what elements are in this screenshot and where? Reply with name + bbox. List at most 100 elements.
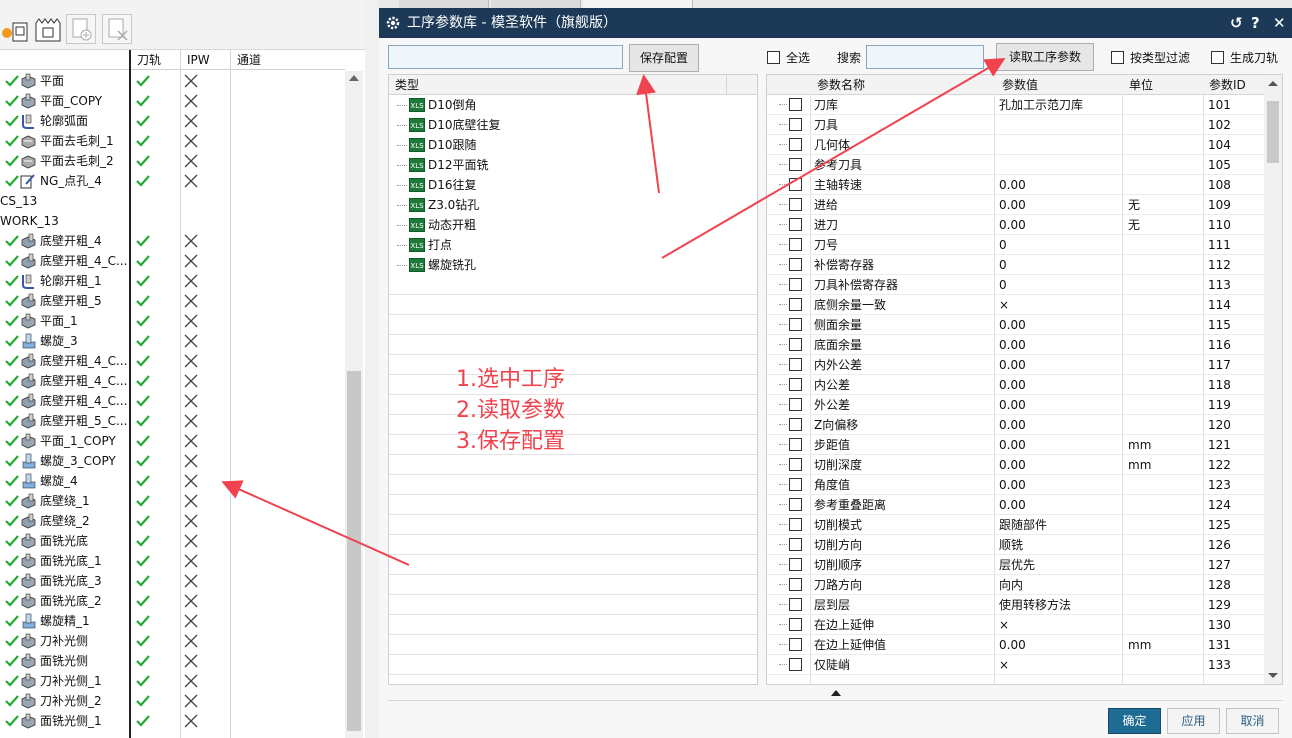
param-checkbox[interactable]: [789, 378, 802, 391]
param-value-cell[interactable]: 0.00: [999, 215, 1026, 235]
param-row[interactable]: 刀具 102: [767, 115, 1264, 135]
help-icon[interactable]: ?: [1251, 8, 1260, 38]
operation-row[interactable]: 螺旋_3_COPY: [0, 451, 345, 471]
operation-row[interactable]: 螺旋精_1: [0, 611, 345, 631]
navigator-scrollbar[interactable]: [345, 71, 363, 738]
param-value-cell[interactable]: 0.00: [999, 335, 1026, 355]
type-list-item[interactable]: XLS Z3.0钻孔: [389, 195, 757, 215]
param-row[interactable]: 层到层 使用转移方法 129: [767, 595, 1264, 615]
param-row[interactable]: 进刀 0.00 无 110: [767, 215, 1264, 235]
param-row[interactable]: 刀号 0 111: [767, 235, 1264, 255]
operation-row[interactable]: 螺旋_3: [0, 331, 345, 351]
panel-splitter[interactable]: [365, 0, 379, 738]
param-value-cell[interactable]: 顺铣: [999, 535, 1023, 555]
param-value-cell[interactable]: 0.00: [999, 175, 1026, 195]
reset-icon[interactable]: ↺: [1230, 8, 1243, 38]
param-checkbox[interactable]: [789, 158, 802, 171]
param-checkbox[interactable]: [789, 278, 802, 291]
param-row[interactable]: 主轴转速 0.00 108: [767, 175, 1264, 195]
type-list-item[interactable]: XLS D10跟随: [389, 135, 757, 155]
tab[interactable]: [583, 0, 693, 8]
scroll-thumb[interactable]: [1267, 101, 1279, 163]
param-value-cell[interactable]: 0.00: [999, 315, 1026, 335]
param-row[interactable]: Z向偏移 0.00 120: [767, 415, 1264, 435]
param-checkbox[interactable]: [789, 578, 802, 591]
operation-row[interactable]: 刀补光侧_2: [0, 691, 345, 711]
param-checkbox[interactable]: [789, 258, 802, 271]
operation-row[interactable]: 刀补光侧: [0, 631, 345, 651]
param-row[interactable]: 切削模式 跟随部件 125: [767, 515, 1264, 535]
param-checkbox[interactable]: [789, 558, 802, 571]
operation-row[interactable]: 底壁开粗_4_C...: [0, 391, 345, 411]
machine-view-icon[interactable]: [32, 14, 62, 44]
param-value-cell[interactable]: ×: [999, 655, 1009, 675]
toolpath-column-header[interactable]: 刀轨: [130, 50, 180, 70]
operation-row[interactable]: 底壁开粗_5: [0, 291, 345, 311]
param-checkbox[interactable]: [789, 318, 802, 331]
param-checkbox[interactable]: [789, 658, 802, 671]
cancel-button[interactable]: 取消: [1226, 708, 1279, 734]
operation-row[interactable]: 刀补光侧_1: [0, 671, 345, 691]
type-list-item[interactable]: XLS 螺旋铣孔: [389, 255, 757, 275]
param-name-header[interactable]: 参数名称: [817, 75, 865, 95]
param-value-cell[interactable]: 0.00: [999, 635, 1026, 655]
param-scrollbar[interactable]: [1264, 75, 1282, 684]
param-row[interactable]: 在边上延伸值 0.00 mm 131: [767, 635, 1264, 655]
delete-item-icon[interactable]: [102, 14, 132, 44]
type-list-item[interactable]: XLS 动态开粗: [389, 215, 757, 235]
param-value-cell[interactable]: 0: [999, 275, 1007, 295]
operation-row[interactable]: 螺旋_4: [0, 471, 345, 491]
scroll-up-icon[interactable]: [1268, 81, 1278, 86]
param-row[interactable]: 底侧余量一致 × 114: [767, 295, 1264, 315]
operation-row[interactable]: 平面_1_COPY: [0, 431, 345, 451]
expand-icon[interactable]: [831, 690, 841, 696]
param-value-cell[interactable]: 0.00: [999, 415, 1026, 435]
param-checkbox[interactable]: [789, 178, 802, 191]
operation-row[interactable]: 底壁开粗_4_C...: [0, 351, 345, 371]
param-row[interactable]: 刀库 孔加工示范刀库 101: [767, 95, 1264, 115]
param-row[interactable]: 几何体 104: [767, 135, 1264, 155]
filter-by-type-checkbox[interactable]: 按类型过滤: [1111, 49, 1190, 67]
param-checkbox[interactable]: [789, 638, 802, 651]
operation-row[interactable]: 底壁开粗_5_C...: [0, 411, 345, 431]
config-name-input[interactable]: [388, 45, 623, 69]
param-value-cell[interactable]: 使用转移方法: [999, 595, 1071, 615]
param-value-cell[interactable]: 0.00: [999, 395, 1026, 415]
param-checkbox[interactable]: [789, 478, 802, 491]
type-list-item[interactable]: XLS D10底壁往复: [389, 115, 757, 135]
param-row[interactable]: 补偿寄存器 0 112: [767, 255, 1264, 275]
param-checkbox[interactable]: [789, 498, 802, 511]
param-checkbox[interactable]: [789, 618, 802, 631]
param-checkbox[interactable]: [789, 118, 802, 131]
apply-button[interactable]: 应用: [1167, 708, 1220, 734]
param-checkbox[interactable]: [789, 418, 802, 431]
operation-row[interactable]: 平面去毛刺_1: [0, 131, 345, 151]
operation-row[interactable]: NG_点孔_4: [0, 171, 345, 191]
operation-row[interactable]: 平面去毛刺_2: [0, 151, 345, 171]
param-row[interactable]: 仅陡峭 × 133: [767, 655, 1264, 675]
tab[interactable]: [399, 0, 489, 8]
operation-row[interactable]: 平面: [0, 71, 345, 91]
param-row[interactable]: 参考刀具 105: [767, 155, 1264, 175]
param-row[interactable]: 步距值 0.00 mm 121: [767, 435, 1264, 455]
operation-row[interactable]: 底壁开粗_4: [0, 231, 345, 251]
param-checkbox[interactable]: [789, 438, 802, 451]
param-checkbox[interactable]: [789, 298, 802, 311]
param-checkbox[interactable]: [789, 238, 802, 251]
param-value-cell[interactable]: 0.00: [999, 495, 1026, 515]
param-value-cell[interactable]: 孔加工示范刀库: [999, 95, 1083, 115]
type-column-header[interactable]: 类型: [395, 75, 419, 95]
param-row[interactable]: 在边上延伸 × 130: [767, 615, 1264, 635]
operation-row[interactable]: 轮廓弧面: [0, 111, 345, 131]
param-row[interactable]: 角度值 0.00 123: [767, 475, 1264, 495]
param-value-cell[interactable]: 0.00: [999, 475, 1026, 495]
param-value-cell[interactable]: 0: [999, 235, 1007, 255]
param-row[interactable]: 内公差 0.00 118: [767, 375, 1264, 395]
operation-row[interactable]: 面铣光底_3: [0, 571, 345, 591]
operation-row[interactable]: 面铣光侧: [0, 651, 345, 671]
add-item-icon[interactable]: [66, 14, 96, 44]
operation-row[interactable]: 面铣光底: [0, 531, 345, 551]
operation-row[interactable]: 底壁绕_1: [0, 491, 345, 511]
param-row[interactable]: 切削方向 顺铣 126: [767, 535, 1264, 555]
scroll-down-icon[interactable]: [1268, 673, 1278, 678]
